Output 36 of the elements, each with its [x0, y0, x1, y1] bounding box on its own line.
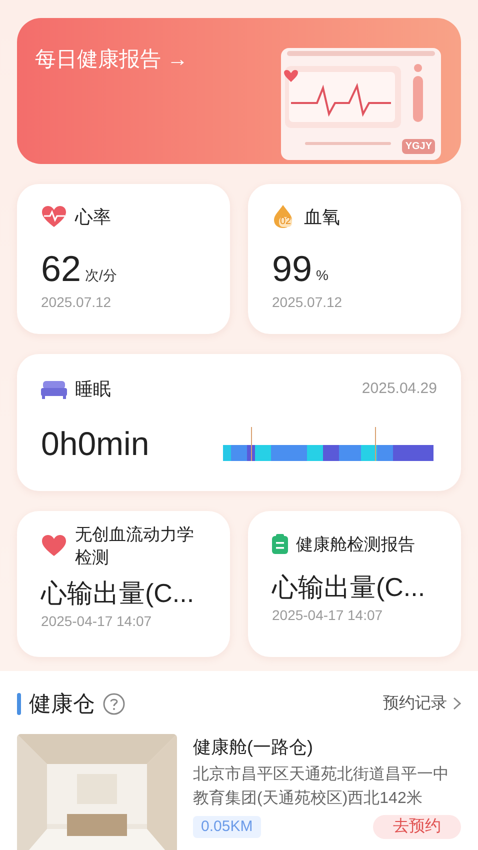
- report-card[interactable]: 健康舱检测报告 心输出量(C... 2025-04-17 14:07: [248, 511, 461, 657]
- arrow-icon: →: [167, 44, 188, 76]
- cabin-address: 北京市昌平区天通苑北街道昌平一中教育集团(天通苑校区)西北142米: [193, 764, 450, 809]
- heart-pulse-icon: [41, 205, 67, 229]
- date-text: 2025-04-17 14:07: [41, 612, 153, 631]
- booking-records-link[interactable]: 预约记录: [383, 692, 461, 716]
- vital-unit: %: [316, 266, 328, 285]
- chevron-right-icon: [453, 697, 461, 710]
- device-label: YGJY: [402, 139, 435, 154]
- card-title: 睡眠: [75, 378, 111, 401]
- date-text: 2025.07.12: [41, 293, 112, 312]
- section-title: 健康仓: [29, 690, 95, 718]
- clipboard-icon: [272, 534, 288, 554]
- sleep-card[interactable]: 睡眠 2025.04.29 0h0min: [17, 354, 461, 491]
- sleep-duration: 0h0min: [41, 425, 150, 463]
- banner-title: 每日健康报告: [35, 47, 161, 73]
- report-value: 心输出量(C...: [41, 577, 196, 609]
- distance-tag: 0.05KM: [193, 816, 261, 838]
- report-value: 心输出量(C...: [272, 571, 426, 603]
- report-card[interactable]: 无创血流动力学检测 心输出量(C... 2025-04-17 14:07: [17, 511, 230, 657]
- cabin-name: 健康舱(一路仓): [193, 736, 314, 759]
- vital-value: 62: [41, 250, 82, 288]
- card-title: 无创血流动力学检测: [75, 524, 195, 569]
- heart-icon: [41, 534, 67, 558]
- vital-card[interactable]: 02 血氧 99% 2025.07.12: [248, 184, 461, 334]
- date-text: 2025.07.12: [272, 293, 344, 312]
- card-title: 血氧: [304, 206, 340, 228]
- vital-value: 99: [272, 250, 312, 288]
- date-text: 2025.04.29: [362, 379, 437, 400]
- bed-icon: [41, 380, 67, 400]
- card-title: 健康舱检测报告: [296, 534, 416, 556]
- help-icon[interactable]: [103, 692, 125, 714]
- card-title: 心率: [75, 206, 111, 228]
- vital-unit: 次/分: [85, 266, 117, 285]
- vital-card[interactable]: 心率 62 次/分 2025.07.12: [17, 184, 230, 334]
- date-text: 2025-04-17 14:07: [272, 606, 384, 625]
